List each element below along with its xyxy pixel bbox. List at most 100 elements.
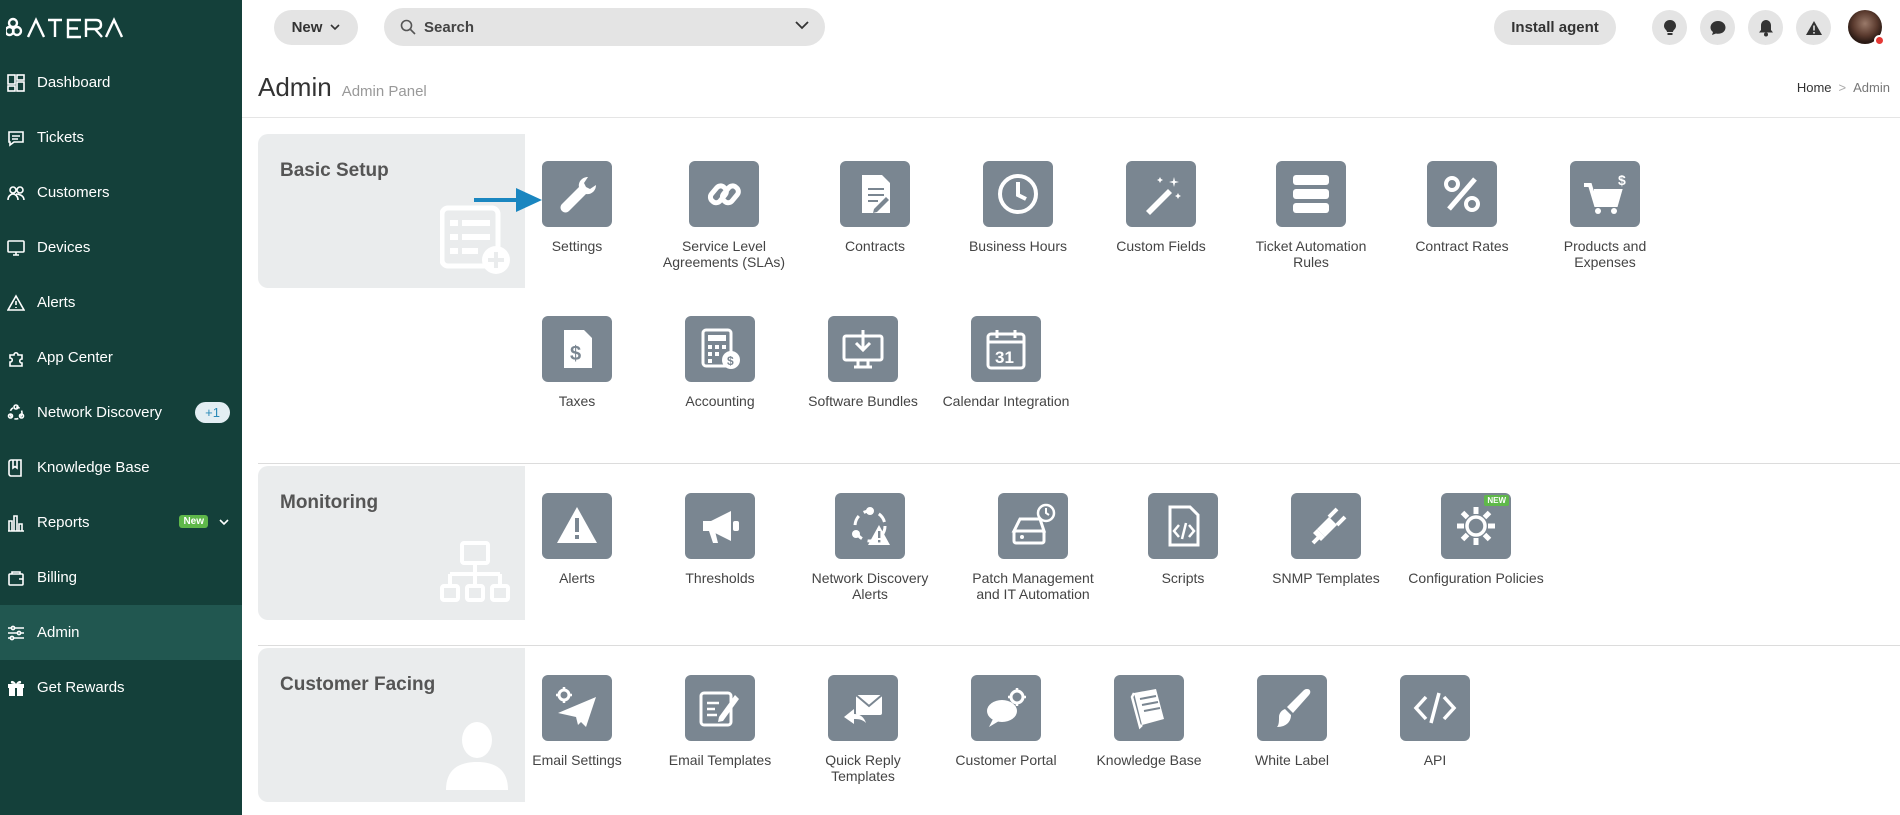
tile-patch-management-and-it-automation[interactable]: Patch Management and IT Automation (963, 493, 1103, 602)
tile-accounting[interactable]: $ Accounting (650, 316, 790, 409)
tile-icon-box[interactable] (998, 493, 1068, 559)
tile-icon-box[interactable] (542, 161, 612, 227)
tile-icon-box[interactable]: $ (685, 316, 755, 382)
notifications-button[interactable] (1748, 10, 1783, 45)
breadcrumb-home[interactable]: Home (1797, 80, 1832, 95)
tile-label: Settings (551, 238, 603, 254)
tile-label: SNMP Templates (1272, 570, 1380, 586)
warnings-button[interactable] (1796, 10, 1831, 45)
tile-network-discovery-alerts[interactable]: Network Discovery Alerts (800, 493, 940, 602)
count-badge: +1 (195, 402, 230, 423)
book-icon (1130, 689, 1164, 730)
tile-calendar-integration[interactable]: 31 Calendar Integration (936, 316, 1076, 409)
tile-icon-box[interactable] (542, 675, 612, 741)
reports-icon (7, 514, 25, 532)
sidebar-item-knowledge-base[interactable]: Knowledge Base (0, 440, 242, 495)
main-content: New Install agent Adm (242, 0, 1900, 815)
tile-icon-box[interactable] (685, 675, 755, 741)
tile-taxes[interactable]: $ Taxes (507, 316, 647, 409)
search-bar[interactable] (384, 8, 825, 46)
tile-contracts[interactable]: Contracts (805, 161, 945, 254)
tile-icon-box[interactable] (1257, 675, 1327, 741)
tile-api[interactable]: API (1365, 675, 1505, 768)
sidebar-item-billing[interactable]: Billing (0, 550, 242, 605)
tile-icon-box[interactable] (828, 675, 898, 741)
sidebar-item-tickets[interactable]: Tickets (0, 110, 242, 165)
tile-customer-portal[interactable]: Customer Portal (936, 675, 1076, 768)
tile-alerts[interactable]: Alerts (507, 493, 647, 586)
tile-quick-reply-templates[interactable]: Quick Reply Templates (793, 675, 933, 784)
chevron-down-icon[interactable] (795, 21, 809, 30)
lightbulb-button[interactable] (1652, 10, 1687, 45)
sidebar: Dashboard Tickets Customers Devices Aler… (0, 0, 242, 815)
cart-dollar-icon: $ (1584, 172, 1626, 214)
tile-icon-box[interactable] (1126, 161, 1196, 227)
sidebar-item-dashboard[interactable]: Dashboard (0, 55, 242, 110)
script-file-icon (1168, 505, 1200, 547)
tile-icon-box[interactable] (1276, 161, 1346, 227)
tile-scripts[interactable]: Scripts (1113, 493, 1253, 586)
devices-icon (7, 239, 25, 257)
breadcrumb-current: Admin (1853, 80, 1890, 95)
clock-icon (998, 174, 1038, 214)
percent-icon (1444, 176, 1480, 212)
sidebar-item-customers[interactable]: Customers (0, 165, 242, 220)
tile-contract-rates[interactable]: Contract Rates (1392, 161, 1532, 254)
tile-label: Scripts (1161, 570, 1205, 586)
tile-icon-box[interactable] (971, 675, 1041, 741)
chat-icon (1710, 20, 1725, 35)
tile-service-level-agreements-slas[interactable]: Service Level Agreements (SLAs) (654, 161, 794, 270)
gift-icon (7, 679, 25, 697)
tax-document-icon: $ (564, 330, 592, 368)
tile-ticket-automation-rules[interactable]: Ticket Automation Rules (1241, 161, 1381, 270)
svg-text:$: $ (727, 354, 734, 368)
tile-snmp-templates[interactable]: SNMP Templates (1256, 493, 1396, 586)
tile-business-hours[interactable]: Business Hours (948, 161, 1088, 254)
tile-icon-box[interactable] (685, 493, 755, 559)
paint-brush-icon (1277, 689, 1311, 727)
sidebar-item-devices[interactable]: Devices (0, 220, 242, 275)
install-agent-button[interactable]: Install agent (1494, 10, 1616, 45)
sidebar-item-get-rewards[interactable]: Get Rewards (0, 660, 242, 715)
section-basic-setup: Basic Setup Settings Service Level Agreem… (258, 134, 1900, 464)
tile-icon-box[interactable] (1148, 493, 1218, 559)
tile-software-bundles[interactable]: Software Bundles (793, 316, 933, 409)
tile-knowledge-base[interactable]: Knowledge Base (1079, 675, 1219, 768)
search-input[interactable] (424, 18, 764, 36)
sidebar-item-reports[interactable]: Reports New (0, 495, 242, 550)
chevron-down-icon[interactable] (218, 516, 230, 528)
tile-email-templates[interactable]: Email Templates (650, 675, 790, 768)
tile-custom-fields[interactable]: Custom Fields (1091, 161, 1231, 254)
tile-white-label[interactable]: White Label (1222, 675, 1362, 768)
tile-icon-box[interactable]: $ (542, 316, 612, 382)
tile-icon-box[interactable] (1291, 493, 1361, 559)
tickets-icon (7, 129, 25, 147)
atera-logo[interactable] (0, 0, 242, 55)
sidebar-item-label: Admin (37, 624, 80, 641)
tile-icon-box[interactable] (689, 161, 759, 227)
tile-configuration-policies[interactable]: NEW Configuration Policies (1406, 493, 1546, 586)
tile-icon-box[interactable]: NEW (1441, 493, 1511, 559)
user-avatar[interactable] (1848, 10, 1885, 46)
sidebar-item-admin[interactable]: Admin (0, 605, 242, 660)
tile-thresholds[interactable]: Thresholds (650, 493, 790, 586)
tile-icon-box[interactable]: 31 (971, 316, 1041, 382)
tile-icon-box[interactable] (983, 161, 1053, 227)
pointer-arrow-icon (474, 188, 542, 212)
tile-email-settings[interactable]: Email Settings (507, 675, 647, 768)
tile-icon-box[interactable] (828, 316, 898, 382)
sidebar-item-app-center[interactable]: App Center (0, 330, 242, 385)
tile-icon-box[interactable] (542, 493, 612, 559)
tile-products-and-expenses[interactable]: $ Products and Expenses (1535, 161, 1675, 270)
tile-icon-box[interactable] (835, 493, 905, 559)
tile-icon-box[interactable] (1400, 675, 1470, 741)
tile-icon-box[interactable]: $ (1570, 161, 1640, 227)
new-button[interactable]: New (274, 10, 358, 45)
sidebar-item-alerts[interactable]: Alerts (0, 275, 242, 330)
chat-button[interactable] (1700, 10, 1735, 45)
tile-icon-box[interactable] (1114, 675, 1184, 741)
tile-icon-box[interactable] (840, 161, 910, 227)
lightbulb-icon (1663, 19, 1676, 35)
tile-icon-box[interactable] (1427, 161, 1497, 227)
sidebar-item-network-discovery[interactable]: Network Discovery +1 (0, 385, 242, 440)
